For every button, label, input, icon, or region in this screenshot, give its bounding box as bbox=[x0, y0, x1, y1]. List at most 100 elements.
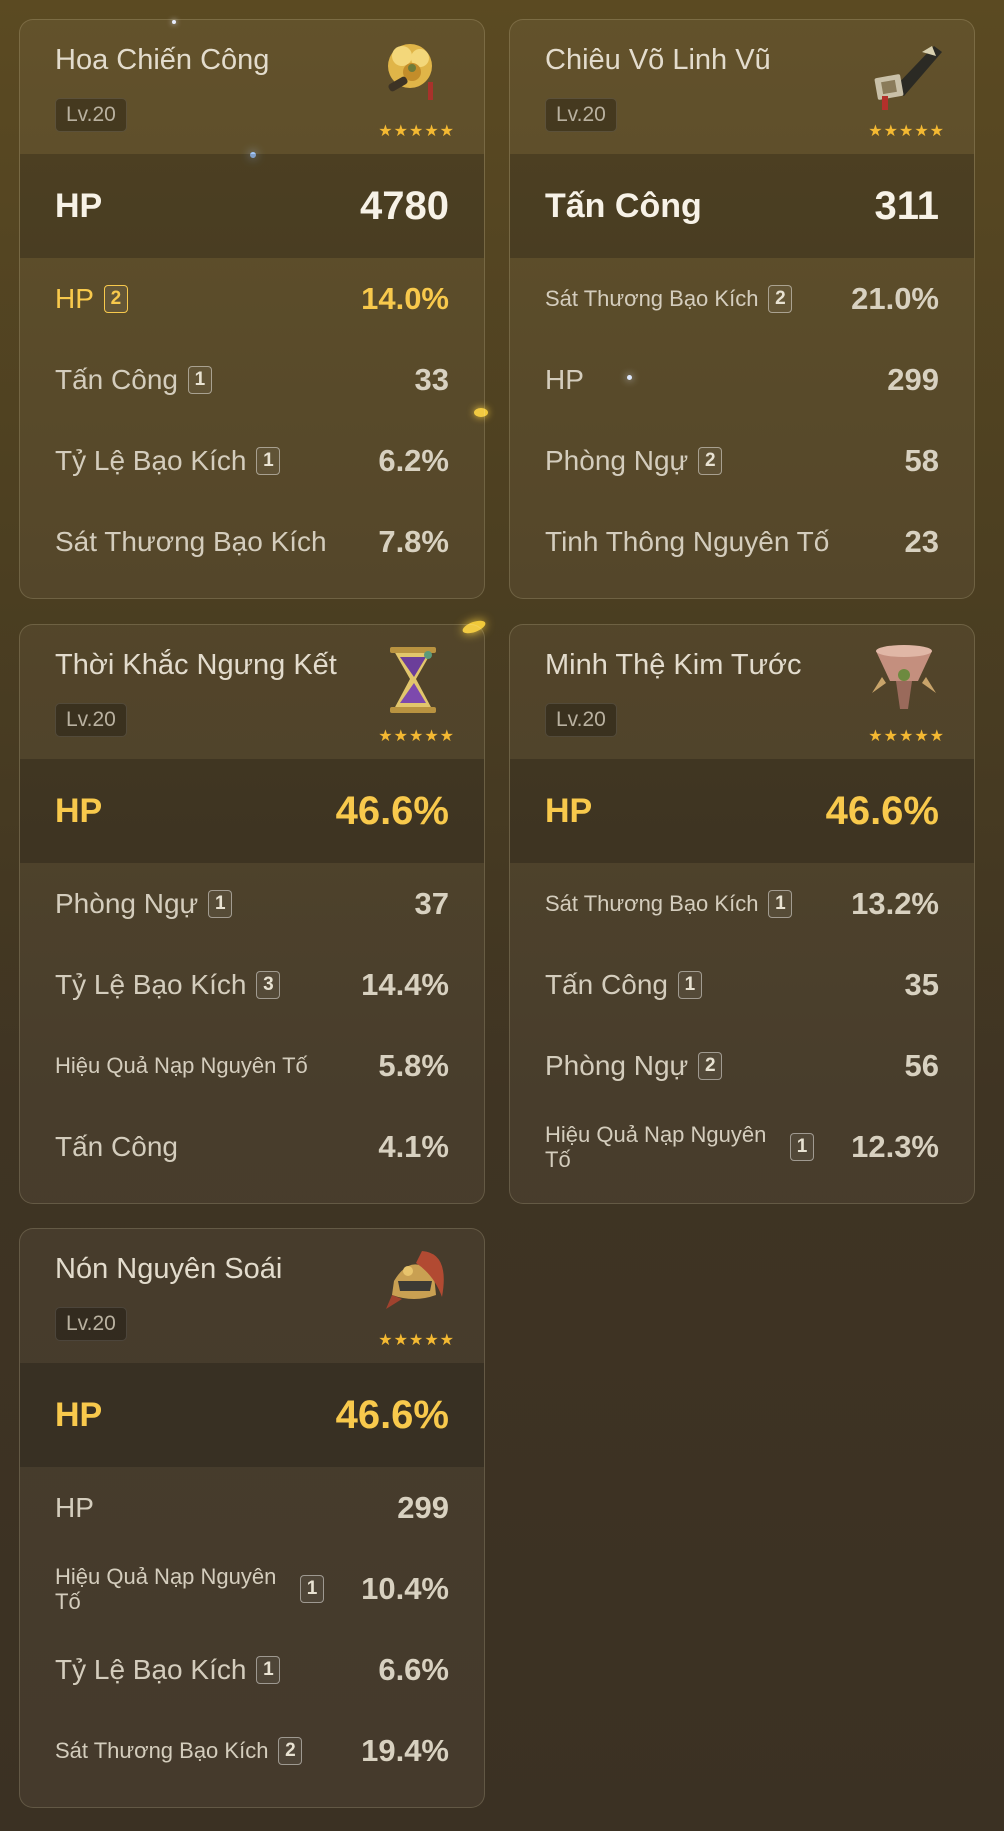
roll-count-badge: 1 bbox=[256, 1655, 281, 1684]
substat-label: Sát Thương Bạo Kích bbox=[545, 891, 759, 916]
substat-row: Tỷ Lệ Bạo Kích 1 6.2% bbox=[55, 420, 449, 501]
card-header: Minh Thệ Kim Tước Lv.20 ★ ★ ★ ★ ★ bbox=[510, 625, 974, 759]
artifact-card[interactable]: Hoa Chiến Công Lv.20 ★ ★ ★ ★ ★ HP 4780 HP 2 1… bbox=[19, 19, 485, 599]
star-icon: ★ bbox=[868, 123, 883, 140]
star-icon: ★ bbox=[393, 728, 408, 745]
main-stat-value: 46.6% bbox=[335, 1392, 449, 1437]
substat-value: 37 bbox=[414, 885, 449, 921]
substat-list: HP 2 14.0% Tấn Công 1 33 Tỷ Lệ Bạo Kích 1 6… bbox=[20, 258, 484, 594]
artifact-name: Chiêu Võ Linh Vũ bbox=[545, 44, 771, 76]
artifact-name: Thời Khắc Ngưng Kết bbox=[55, 649, 337, 681]
main-stat-row: HP 46.6% bbox=[20, 759, 484, 863]
main-stat-label: HP bbox=[545, 791, 593, 830]
star-icon: ★ bbox=[868, 728, 883, 745]
rarity-stars: ★ ★ ★ ★ ★ bbox=[868, 729, 944, 745]
substat-label: Tinh Thông Nguyên Tố bbox=[545, 526, 830, 557]
substat-value: 23 bbox=[904, 523, 939, 559]
substat-row: Hiệu Quả Nạp Nguyên Tố 5.8% bbox=[55, 1025, 449, 1106]
helmet-artifact-icon bbox=[386, 1251, 444, 1309]
star-icon: ★ bbox=[408, 1332, 424, 1349]
substat-list: Sát Thương Bạo Kích 1 13.2% Tấn Công 1 35 … bbox=[510, 863, 974, 1199]
star-icon: ★ bbox=[424, 728, 439, 745]
roll-count-badge: 1 bbox=[790, 1132, 814, 1161]
artifact-card[interactable]: Nón Nguyên Soái Lv.20 ★ ★ ★ ★ ★ HP 46.6% HP … bbox=[19, 1228, 485, 1808]
substat-value: 4.1% bbox=[378, 1128, 449, 1164]
star-icon: ★ bbox=[378, 123, 393, 140]
substat-row: Phòng Ngự 2 58 bbox=[545, 420, 939, 501]
substat-value: 7.8% bbox=[378, 523, 449, 559]
star-icon: ★ bbox=[439, 728, 454, 745]
substat-value: 56 bbox=[904, 1047, 939, 1083]
star-icon: ★ bbox=[914, 123, 929, 140]
star-icon: ★ bbox=[898, 728, 914, 745]
main-stat-row: HP 46.6% bbox=[510, 759, 974, 863]
substat-label: Tấn Công bbox=[55, 1131, 178, 1162]
substat-value: 6.6% bbox=[378, 1651, 449, 1687]
substat-label: Tấn Công bbox=[545, 969, 668, 1000]
main-stat-label: HP bbox=[55, 791, 103, 830]
main-stat-row: Tấn Công 311 bbox=[510, 154, 974, 258]
substat-label: Tấn Công bbox=[55, 364, 178, 395]
substat-row: Tấn Công 1 35 bbox=[545, 944, 939, 1025]
roll-count-badge: 2 bbox=[698, 446, 723, 475]
substat-value: 35 bbox=[904, 966, 939, 1002]
star-icon: ★ bbox=[424, 1332, 439, 1349]
artifact-name: Nón Nguyên Soái bbox=[55, 1253, 283, 1285]
star-icon: ★ bbox=[883, 123, 898, 140]
substat-row: Sát Thương Bạo Kích 1 13.2% bbox=[545, 863, 939, 944]
substat-value: 13.2% bbox=[851, 885, 939, 921]
substat-list: Phòng Ngự 1 37 Tỷ Lệ Bạo Kích 3 14.4% Hiệu… bbox=[20, 863, 484, 1199]
artifact-card[interactable]: Thời Khắc Ngưng Kết Lv.20 ★ ★ ★ ★ ★ HP 46.6%… bbox=[19, 624, 485, 1204]
substat-list: Sát Thương Bạo Kích 2 21.0% HP 299 Phòng … bbox=[510, 258, 974, 594]
substat-label: Tỷ Lệ Bạo Kích bbox=[55, 969, 247, 1000]
roll-count-badge: 2 bbox=[103, 284, 128, 313]
main-stat-label: Tấn Công bbox=[545, 186, 702, 225]
card-header: Nón Nguyên Soái Lv.20 ★ ★ ★ ★ ★ bbox=[20, 1229, 484, 1363]
substat-row: Hiệu Quả Nạp Nguyên Tố 1 10.4% bbox=[55, 1548, 449, 1629]
roll-count-badge: 2 bbox=[768, 284, 793, 313]
substat-label: Hiệu Quả Nạp Nguyên Tố bbox=[55, 1563, 277, 1614]
substat-row: HP 299 bbox=[545, 339, 939, 420]
star-icon: ★ bbox=[393, 123, 408, 140]
substat-value: 12.3% bbox=[851, 1128, 939, 1164]
substat-row: Sát Thương Bạo Kích 2 21.0% bbox=[545, 258, 939, 339]
roll-count-badge: 1 bbox=[208, 889, 233, 918]
substat-value: 19.4% bbox=[361, 1732, 449, 1768]
feather-artifact-icon bbox=[874, 46, 942, 110]
star-icon: ★ bbox=[914, 728, 929, 745]
roll-count-badge: 1 bbox=[256, 446, 281, 475]
artifact-card[interactable]: Chiêu Võ Linh Vũ Lv.20 ★ ★ ★ ★ ★ Tấn Công 31… bbox=[509, 19, 975, 599]
roll-count-badge: 1 bbox=[187, 365, 212, 394]
substat-label: Sát Thương Bạo Kích bbox=[55, 1738, 269, 1763]
substat-value: 14.0% bbox=[361, 280, 449, 316]
substat-label: Sát Thương Bạo Kích bbox=[55, 526, 327, 557]
star-icon: ★ bbox=[439, 1332, 454, 1349]
rarity-stars: ★ ★ ★ ★ ★ bbox=[378, 729, 454, 745]
substat-row: Sát Thương Bạo Kích 2 19.4% bbox=[55, 1710, 449, 1791]
level-badge: Lv.20 bbox=[545, 98, 617, 132]
substat-row: Phòng Ngự 2 56 bbox=[545, 1025, 939, 1106]
main-stat-label: HP bbox=[55, 186, 103, 225]
level-badge: Lv.20 bbox=[55, 703, 127, 737]
star-icon: ★ bbox=[439, 123, 454, 140]
substat-row: HP 299 bbox=[55, 1467, 449, 1548]
level-badge: Lv.20 bbox=[545, 703, 617, 737]
main-stat-value: 46.6% bbox=[825, 788, 939, 833]
substat-value: 33 bbox=[414, 361, 449, 397]
substat-label: Hiệu Quả Nạp Nguyên Tố bbox=[55, 1053, 308, 1078]
roll-count-badge: 2 bbox=[278, 1736, 303, 1765]
star-icon: ★ bbox=[393, 1332, 408, 1349]
rarity-stars: ★ ★ ★ ★ ★ bbox=[868, 124, 944, 140]
substat-value: 299 bbox=[887, 361, 939, 397]
hourglass-artifact-icon bbox=[390, 647, 436, 713]
substat-label: Hiệu Quả Nạp Nguyên Tố bbox=[545, 1121, 767, 1172]
goblet-artifact-icon bbox=[872, 645, 936, 709]
artifact-card[interactable]: Minh Thệ Kim Tước Lv.20 ★ ★ ★ ★ ★ HP 46.6% S… bbox=[509, 624, 975, 1204]
substat-value: 6.2% bbox=[378, 442, 449, 478]
roll-count-badge: 3 bbox=[256, 970, 281, 999]
substat-label: HP bbox=[55, 283, 94, 314]
star-icon: ★ bbox=[929, 728, 944, 745]
substat-label: Phòng Ngự bbox=[545, 445, 689, 476]
star-icon: ★ bbox=[408, 728, 424, 745]
substat-row: Phòng Ngự 1 37 bbox=[55, 863, 449, 944]
